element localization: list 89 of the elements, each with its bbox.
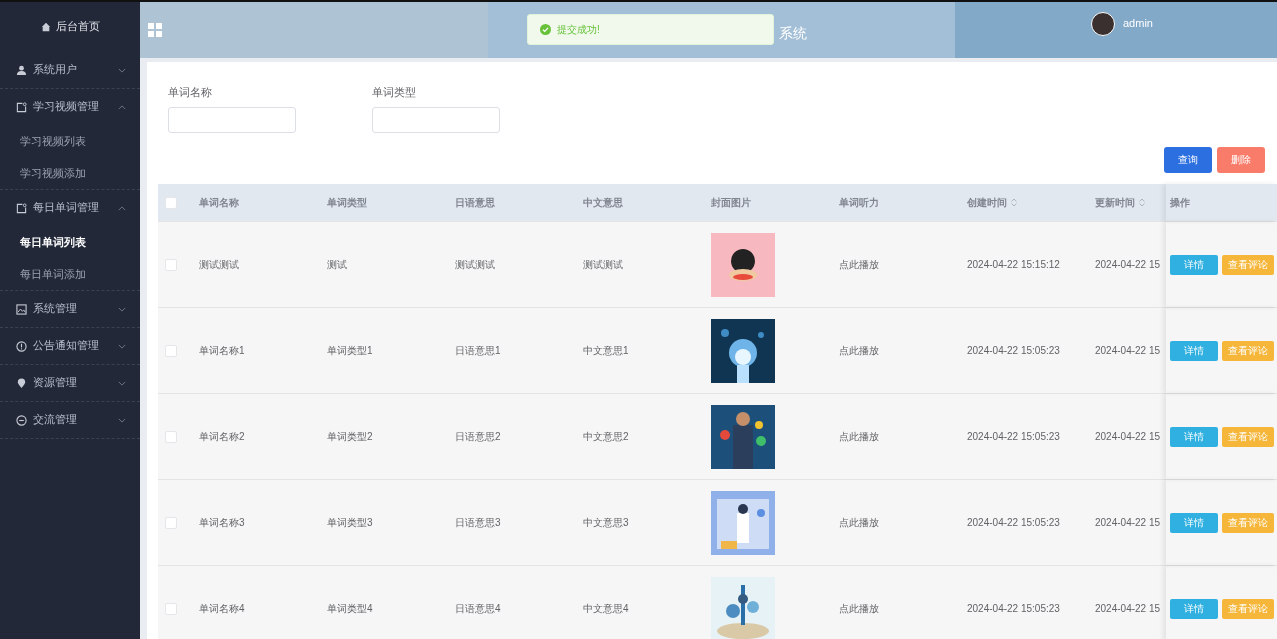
chevron-icon xyxy=(118,67,126,73)
query-button[interactable]: 查询 xyxy=(1164,147,1212,173)
chevron-icon xyxy=(118,205,126,211)
menu-item[interactable]: 系统用户 xyxy=(0,52,140,88)
table-cell: 单词名称4 xyxy=(199,601,245,616)
table-cell: 2024-04-22 15:05:23 xyxy=(967,345,1060,356)
home-icon xyxy=(40,22,51,32)
column-header: 单词名称 xyxy=(199,195,239,210)
sort-icon[interactable] xyxy=(1139,198,1145,207)
table-cell: 2024-04-22 15:05:23 xyxy=(967,603,1060,614)
checkbox[interactable] xyxy=(165,344,177,357)
table-cell: 2024-04-22 15 xyxy=(1095,517,1161,528)
column-header: 日语意思 xyxy=(455,195,495,210)
table-cell: 2024-04-22 15:05:23 xyxy=(967,517,1060,528)
table-cell: 中文意思4 xyxy=(583,601,629,616)
field-label: 单词类型 xyxy=(372,86,417,100)
table-cell: 单词类型2 xyxy=(327,429,373,444)
submenu-item[interactable]: 每日单词列表 xyxy=(0,226,140,258)
table-cell: 日语意思1 xyxy=(455,343,501,358)
menu-item[interactable]: 每日单词管理 xyxy=(0,190,140,226)
chevron-icon xyxy=(118,417,126,423)
note-icon xyxy=(16,202,27,214)
table-cell: 单词名称1 xyxy=(199,343,245,358)
play-link[interactable]: 点此播放 xyxy=(839,515,879,530)
check-circle-icon xyxy=(540,24,551,35)
column-header: 创建时间 xyxy=(967,195,1007,210)
chevron-icon xyxy=(118,343,126,349)
grid-icon[interactable] xyxy=(148,23,162,37)
checkbox[interactable] xyxy=(165,516,177,529)
submenu-item[interactable]: 每日单词添加 xyxy=(0,258,140,290)
table-cell: 单词类型3 xyxy=(327,515,373,530)
input-field[interactable] xyxy=(372,107,500,133)
table-cell: 2024-04-22 15 xyxy=(1095,431,1161,442)
menu-item[interactable]: 交流管理 xyxy=(0,402,140,438)
field-label: 单词名称 xyxy=(168,86,213,100)
chevron-icon xyxy=(118,104,126,110)
chevron-icon xyxy=(118,380,126,386)
note-icon xyxy=(16,101,27,113)
table-cell: 日语意思3 xyxy=(455,515,501,530)
table-cell: 2024-04-22 15:15:12 xyxy=(967,259,1060,270)
menu-item[interactable]: 学习视频管理 xyxy=(0,89,140,125)
table-cell: 日语意思2 xyxy=(455,429,501,444)
checkbox[interactable] xyxy=(165,430,177,443)
chevron-icon xyxy=(118,306,126,312)
table-cell: 单词名称2 xyxy=(199,429,245,444)
table-cell: 测试 xyxy=(327,257,347,272)
column-header: 更新时间 xyxy=(1095,195,1135,210)
app-title: 系统 xyxy=(779,25,807,43)
column-header: 封面图片 xyxy=(711,195,751,210)
table-cell: 2024-04-22 15:05:23 xyxy=(967,431,1060,442)
image-icon xyxy=(16,303,27,315)
toast-message: 提交成功! xyxy=(557,22,600,37)
play-link[interactable]: 点此播放 xyxy=(839,343,879,358)
table-cell: 测试测试 xyxy=(583,257,623,272)
menu-item[interactable]: 系统管理 xyxy=(0,291,140,327)
table-cell: 单词名称3 xyxy=(199,515,245,530)
table-cell: 中文意思3 xyxy=(583,515,629,530)
sort-icon[interactable] xyxy=(1011,198,1017,207)
table-cell: 2024-04-22 15 xyxy=(1095,345,1161,356)
table-cell: 单词类型4 xyxy=(327,601,373,616)
menu-item[interactable]: 公告通知管理 xyxy=(0,328,140,364)
column-header: 中文意思 xyxy=(583,195,623,210)
home-link[interactable]: 后台首页 xyxy=(0,2,140,52)
table-cell: 2024-04-22 15 xyxy=(1095,259,1161,270)
pin-icon xyxy=(16,377,27,389)
column-header: 单词类型 xyxy=(327,195,367,210)
table-cell: 单词类型1 xyxy=(327,343,373,358)
table-cell: 测试测试 xyxy=(199,257,239,272)
column-header: 单词听力 xyxy=(839,195,879,210)
checkbox[interactable] xyxy=(165,258,177,271)
menu-item[interactable]: 资源管理 xyxy=(0,365,140,401)
checkbox[interactable] xyxy=(165,196,177,209)
column-header: 操作 xyxy=(1170,195,1190,210)
input-field[interactable] xyxy=(168,107,296,133)
alert-icon xyxy=(16,340,27,352)
submenu-item[interactable]: 学习视频列表 xyxy=(0,125,140,157)
submenu-item[interactable]: 学习视频添加 xyxy=(0,157,140,189)
person-icon xyxy=(16,64,27,76)
table-cell: 中文意思2 xyxy=(583,429,629,444)
play-link[interactable]: 点此播放 xyxy=(839,257,879,272)
table-cell: 日语意思4 xyxy=(455,601,501,616)
table-cell: 中文意思1 xyxy=(583,343,629,358)
chat-icon xyxy=(16,414,27,426)
play-link[interactable]: 点此播放 xyxy=(839,601,879,616)
avatar[interactable] xyxy=(1091,12,1115,36)
table-cell: 测试测试 xyxy=(455,257,495,272)
table-cell: 2024-04-22 15 xyxy=(1095,603,1161,614)
play-link[interactable]: 点此播放 xyxy=(839,429,879,444)
checkbox[interactable] xyxy=(165,602,177,615)
